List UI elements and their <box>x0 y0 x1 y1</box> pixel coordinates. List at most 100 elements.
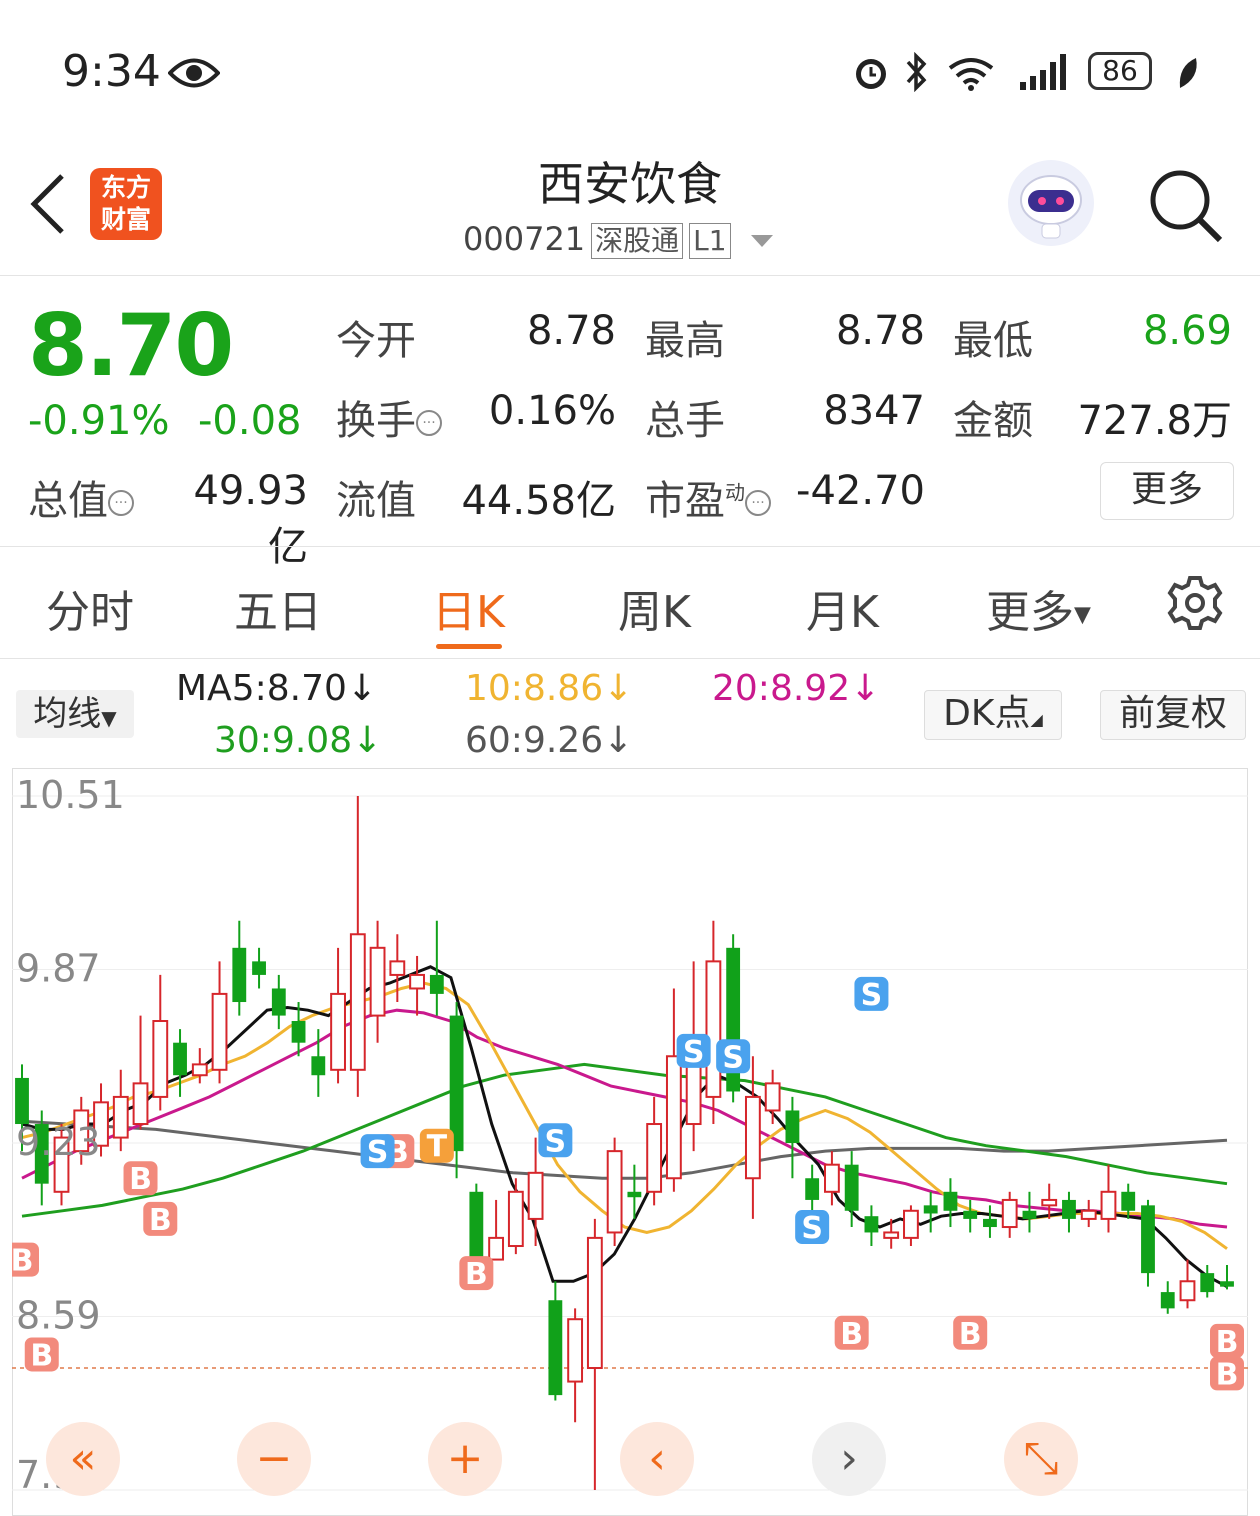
battery-icon: 86 <box>1088 52 1152 90</box>
candle-body <box>1121 1191 1136 1211</box>
eye-icon <box>168 58 220 88</box>
info-icon: ··· <box>416 410 442 436</box>
candle-body <box>1041 1198 1058 1207</box>
candle-body <box>1200 1273 1215 1293</box>
candle-body <box>903 1209 919 1239</box>
pe-value: -42.70 <box>796 468 925 514</box>
float-value: 44.58亿 <box>461 478 616 524</box>
tab-weekly-k[interactable]: 周K <box>618 576 691 640</box>
stock-code: 000721 <box>463 220 586 258</box>
dropdown-triangle-icon <box>750 235 773 247</box>
more-quote-button[interactable]: 更多 <box>1100 462 1234 520</box>
candle-body <box>606 1150 623 1234</box>
candle-body <box>627 1191 642 1198</box>
tab-intraday[interactable]: 分时 <box>46 576 134 640</box>
dk-point-button[interactable]: DK点◢ <box>924 690 1062 740</box>
y-tick-label: 9.23 <box>16 1120 101 1164</box>
candle-body <box>1100 1190 1117 1220</box>
change-pct: -0.91% <box>28 398 170 444</box>
candle-body <box>252 961 266 975</box>
turnover-value: 0.16% <box>488 388 616 434</box>
mktcap-label[interactable]: 总值 ··· <box>28 468 134 526</box>
quote-divider <box>0 546 1260 547</box>
turnover-label[interactable]: 换手 ··· <box>336 388 442 446</box>
candle-body <box>805 1178 820 1200</box>
candle-body <box>548 1300 563 1396</box>
signal-label: B <box>30 1338 53 1373</box>
candle-body <box>665 1055 682 1180</box>
info-icon: ··· <box>745 490 771 516</box>
signal-label: S <box>683 1035 705 1070</box>
scroll-right-button[interactable]: › <box>812 1422 886 1496</box>
stock-code-row[interactable]: 000721 深股通 L1 <box>463 220 777 259</box>
fullscreen-icon[interactable]: ⤡ <box>1004 1422 1078 1496</box>
candle-body <box>469 1191 484 1260</box>
candle-body <box>1022 1210 1037 1219</box>
amount-value: 727.8万 <box>1077 398 1232 444</box>
candle-body <box>527 1171 544 1220</box>
mktcap-value: 49.93亿 <box>193 468 308 570</box>
tab-five-day[interactable]: 五日 <box>234 576 322 640</box>
candle-body <box>983 1218 997 1228</box>
search-icon[interactable] <box>1148 168 1224 244</box>
candle-body <box>1001 1198 1018 1229</box>
low-label: 最低 <box>953 318 1033 364</box>
candle-body <box>824 1163 840 1193</box>
signal-label: B <box>1216 1357 1239 1392</box>
candle-body <box>232 947 247 1003</box>
signal-label: B <box>840 1317 863 1352</box>
amount-label: 金额 <box>953 398 1033 444</box>
tab-daily-k[interactable]: 日K <box>432 576 505 640</box>
low-value: 8.69 <box>1142 308 1232 354</box>
candle-body <box>191 1063 208 1077</box>
candle-body <box>844 1164 859 1211</box>
tab-more[interactable]: 更多▼ <box>986 576 1091 640</box>
candle-body <box>409 973 425 990</box>
candle-body <box>291 1021 306 1043</box>
pe-label[interactable]: 市盈动 ··· <box>645 468 771 526</box>
wifi-icon <box>948 58 994 91</box>
gear-icon[interactable] <box>1166 574 1224 632</box>
zoom-in-button[interactable]: + <box>428 1422 502 1496</box>
candle-body <box>943 1191 958 1211</box>
candle-body <box>330 992 346 1071</box>
tab-monthly-k[interactable]: 月K <box>806 576 879 640</box>
float-label: 流值 <box>336 478 416 524</box>
candle-body <box>567 1318 584 1383</box>
signal-label: S <box>801 1211 823 1246</box>
candle-body <box>646 1123 663 1193</box>
signal-label: B <box>465 1257 488 1292</box>
signal-label: B <box>12 1244 33 1279</box>
candle-body <box>349 933 366 1071</box>
signal-label: B <box>149 1203 172 1238</box>
candle-body <box>211 992 228 1071</box>
candle-body <box>586 1236 603 1370</box>
volume-value: 8347 <box>823 388 925 434</box>
status-time: 9:34 <box>62 46 161 97</box>
caret-down-icon: ▼ <box>101 706 117 730</box>
forward-adjust-button[interactable]: 前复权 <box>1100 690 1246 740</box>
assistant-robot-icon[interactable] <box>1008 160 1094 246</box>
candle-body <box>429 974 444 994</box>
zoom-out-button[interactable]: − <box>237 1422 311 1496</box>
candle-body <box>15 1077 29 1125</box>
leaf-icon <box>1179 58 1197 88</box>
signal-label: B <box>129 1162 152 1197</box>
ma-selector[interactable]: 均线▼ <box>16 690 134 738</box>
scroll-far-left-button[interactable]: « <box>46 1422 120 1496</box>
tabs-divider <box>0 658 1260 659</box>
candle-body <box>488 1236 505 1261</box>
y-tick-label: 10.51 <box>16 773 125 817</box>
bluetooth-icon <box>906 52 927 92</box>
open-value: 8.78 <box>526 308 616 354</box>
candle-body <box>864 1216 879 1233</box>
open-label: 今开 <box>336 318 416 364</box>
candlestick-chart[interactable]: BBBBBTSBSSSSSBBBB 10.519.879.238.597.95 <box>12 768 1248 1516</box>
signal-label: S <box>545 1124 567 1159</box>
ma20-value: 20:8.92↓ <box>712 668 881 709</box>
candle-body <box>389 960 406 976</box>
scroll-left-button[interactable]: ‹ <box>620 1422 694 1496</box>
volume-label: 总手 <box>645 398 725 444</box>
active-tab-indicator <box>436 644 502 649</box>
candle-body <box>1220 1281 1234 1287</box>
